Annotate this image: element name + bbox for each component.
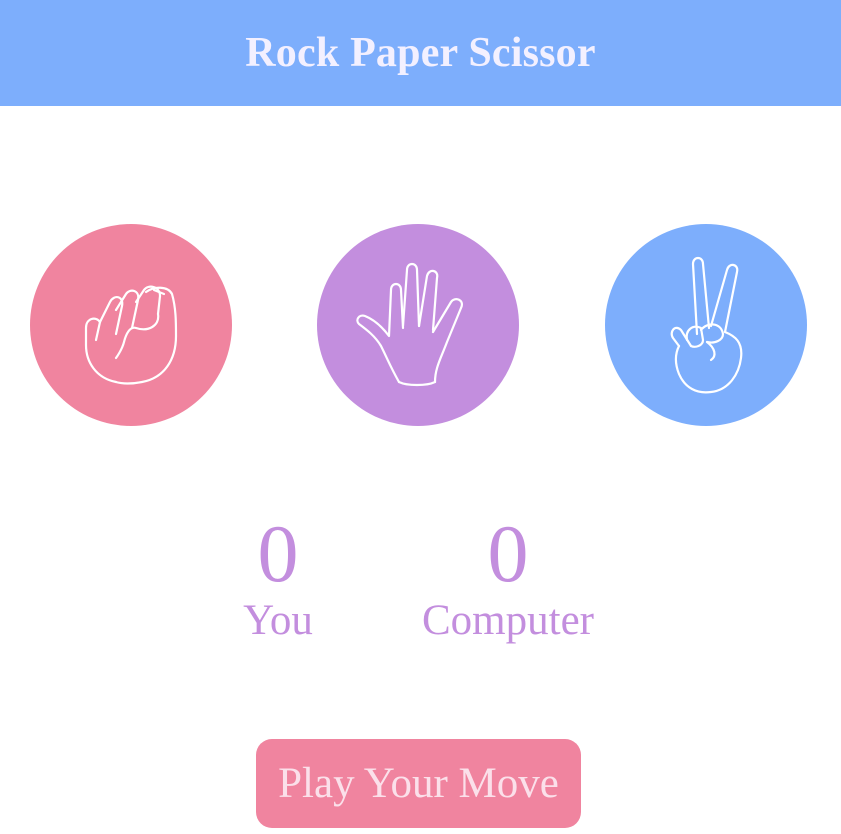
scissor-choice-button[interactable]: [605, 224, 807, 426]
fist-icon: [84, 285, 178, 385]
page-title: Rock Paper Scissor: [245, 30, 596, 76]
peace-hand-icon: [670, 256, 743, 394]
computer-score-panel: 0 Computer: [408, 510, 608, 646]
user-score-label: You: [243, 597, 313, 644]
user-score-value: 0: [257, 508, 299, 599]
computer-score-label: Computer: [422, 597, 594, 644]
header-bar: Rock Paper Scissor: [0, 0, 841, 106]
paper-choice-button[interactable]: [317, 224, 519, 426]
open-hand-icon: [356, 262, 463, 387]
computer-score-value: 0: [487, 508, 529, 599]
rock-choice-button[interactable]: [30, 224, 232, 426]
user-score-panel: 0 You: [178, 510, 378, 646]
play-your-move-button[interactable]: Play Your Move: [256, 739, 581, 828]
